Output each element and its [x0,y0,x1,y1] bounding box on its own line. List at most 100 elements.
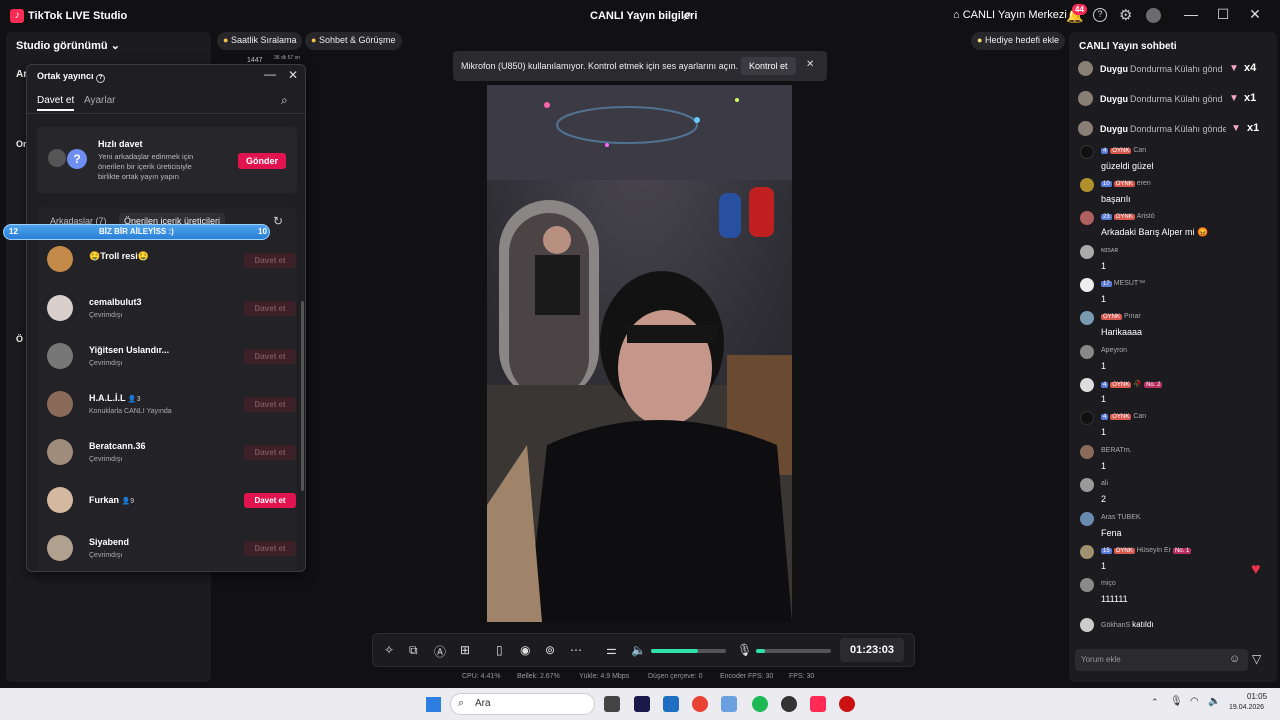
guest-count: 9 [130,498,135,505]
ai-icon[interactable]: Ⓐ [434,643,446,660]
divider [27,113,305,114]
clock-date[interactable]: 19.04.2026 [1229,704,1264,711]
scrollbar[interactable] [301,301,304,491]
avatar[interactable] [1146,8,1161,23]
fan-badge: OYNK [1110,414,1132,420]
outlook-icon[interactable] [663,696,679,712]
share-icon[interactable]: ⇗ [681,8,692,24]
tiktok-live-icon[interactable] [839,696,855,712]
hourly-ranking-label: Saatlik Sıralama [230,35,297,45]
gift-notification: Duygu Dondurma Külahı gönd ▼ x1 [1077,89,1265,109]
volume-icon[interactable]: 🔈 [1208,696,1220,707]
live-center-button[interactable]: ⌂ CANLI Yayın Merkezi [953,9,1067,21]
maximize-button[interactable]: ☐ [1213,6,1233,23]
close-button[interactable]: ✕ [1245,6,1265,23]
left-section-heading-3: Ö [16,334,24,344]
after-effects-icon[interactable] [634,696,650,712]
chat-icon: ● [311,35,317,45]
speaker-icon[interactable]: 🔈 [631,643,646,657]
viewer-icon: 👤 [127,396,137,403]
message-text: güzeldi güzel [1101,161,1154,171]
left-section-heading-2: Or [16,139,27,149]
close-popup-icon[interactable]: ✕ [288,68,298,82]
send-button[interactable]: Gönder [238,153,286,169]
gear-icon[interactable]: ⚙ [1119,6,1132,24]
minimize-popup-icon[interactable]: — [264,67,276,81]
check-button[interactable]: Kontrol et [741,57,796,75]
comment-input[interactable]: Yorum ekle ☺ [1075,649,1248,671]
wifi-icon[interactable]: ◠ [1190,696,1199,707]
info-icon[interactable]: ? [96,74,106,83]
volume-slider[interactable] [651,649,726,653]
hourly-ranking-pill[interactable]: ● Saatlik Sıralama [217,32,303,50]
list-item: Furkan 👤9 Davet et [37,481,305,521]
fan-badge: OYNK [1113,181,1135,187]
clock-time[interactable]: 01:05 [1247,692,1267,701]
row-status: Çevrimdışı [89,360,123,367]
memory-stat: Bellek: 2.67% [517,673,560,680]
banner-title: BİZ BİR AİLEYİSS :) [99,227,174,236]
username: eren [1136,180,1151,187]
add-scene-icon[interactable]: ⊞ [460,643,470,657]
invite-button[interactable]: Davet et [244,493,296,508]
phone-icon[interactable]: ▯ [496,643,503,657]
magic-wand-icon[interactable]: ✧ [384,643,394,657]
refresh-icon[interactable]: ↻ [273,214,283,228]
tab-settings[interactable]: Ayarlar [84,95,116,106]
gift-goal-pill[interactable]: ● Hediye hedefi ekle [971,32,1066,50]
chevron-up-icon[interactable]: ⌃ [1151,697,1159,708]
fan-badge: OYNK [1101,314,1123,320]
message-text: 1 [1101,261,1107,271]
app-icon[interactable] [721,696,737,712]
list-item: Siyabend Çevrimdışı Davet et [37,529,305,569]
title-bar: ♪ TikTok LIVE Studio CANLI Yayın bilgile… [0,0,1280,32]
username: ali [1101,480,1109,487]
more-icon[interactable]: ⋯ [570,643,582,657]
tab-invite[interactable]: Davet et [37,95,75,111]
invite-button[interactable]: Davet et [244,301,296,316]
filter-icon[interactable]: ▽ [1252,652,1261,666]
taskbar-search[interactable]: ⌕ Ara [450,693,595,715]
avatar [47,535,73,561]
app-icon[interactable] [781,696,797,712]
settings-sliders-icon[interactable]: ⚌ [606,643,617,657]
tiktok-logo-icon: ♪ [10,9,24,23]
username: Pınar [1124,313,1141,320]
microphone-icon[interactable]: 🎙 [1170,696,1183,707]
translate-icon[interactable]: ⧉ [409,643,418,658]
message-header: 4 OYNK 🥀 No. 2 [1101,380,1163,388]
mic-fill [756,649,765,653]
invite-button[interactable]: Davet et [244,349,296,364]
chat-call-pill[interactable]: ● Sohbet & Görüşme [305,32,402,50]
chrome-icon[interactable] [692,696,708,712]
studio-view-dropdown[interactable]: Studio görünümü ⌄ [16,39,120,52]
invite-button[interactable]: Davet et [244,541,296,556]
close-icon[interactable]: ✕ [806,59,814,70]
task-view-icon[interactable] [604,696,620,712]
message-text: 1 [1101,361,1107,371]
record-icon[interactable]: ◉ [520,643,530,657]
search-icon[interactable]: ⌕ [281,93,288,108]
minimize-button[interactable]: — [1181,6,1201,22]
avatar [1078,61,1093,76]
emoji-icon[interactable]: ☺ [1229,653,1240,665]
popup-title-label: Ortak yayıncı [37,71,94,81]
mic-slider[interactable] [756,649,831,653]
rank-badge: No. 1 [1172,548,1192,554]
invite-button[interactable]: Davet et [244,397,296,412]
capture-icon[interactable]: ⊚ [545,643,555,657]
microphone-icon[interactable]: 🎙 [737,643,752,657]
gift-goal-label: Hediye hedefi ekle [984,35,1060,45]
username: 🥀 [1133,381,1143,388]
quick-invite-title: Hızlı davet [98,139,143,149]
help-icon[interactable]: ? [1093,8,1107,22]
invite-button[interactable]: Davet et [244,253,296,268]
windows-start-icon[interactable] [426,697,441,712]
chevron-down-icon: ⌄ [110,40,120,52]
row-name-text: Furkan [89,495,120,505]
invite-button[interactable]: Davet et [244,445,296,460]
avatar [1080,618,1094,632]
spotify-icon[interactable] [752,696,768,712]
tiktok-icon[interactable] [810,696,826,712]
username: miço [1101,580,1116,587]
